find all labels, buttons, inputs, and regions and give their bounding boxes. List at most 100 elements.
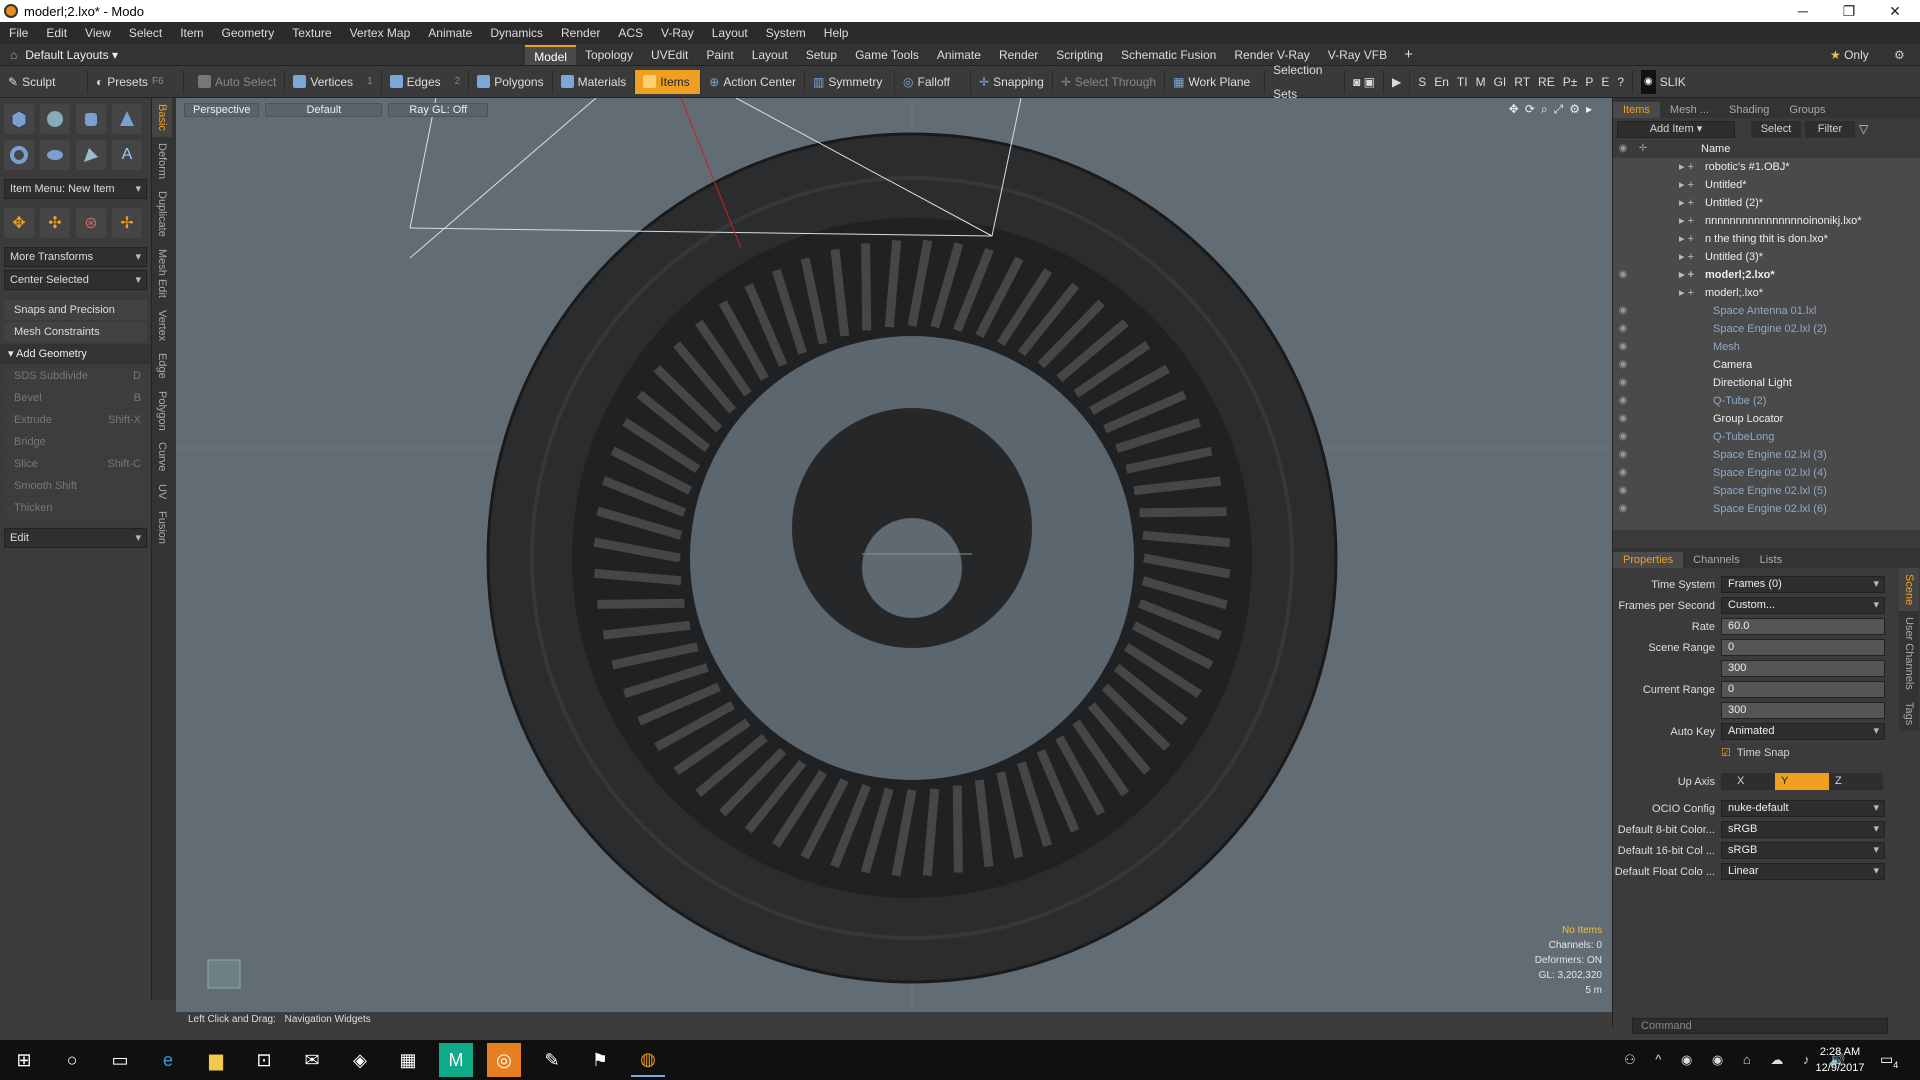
item-tree[interactable]: ◉ ✛ Name ▸ + robotic's #1.OBJ* ▸ + Untitled… <box>1613 140 1920 530</box>
extrude-button[interactable]: Extrude Shift-X <box>4 410 147 430</box>
up-axis-y[interactable]: Y <box>1775 773 1829 790</box>
add-layout-icon[interactable]: + <box>1404 46 1413 63</box>
color-float-dropdown[interactable]: Linear <box>1721 863 1885 880</box>
transform-tool-icon[interactable]: ✢ <box>112 208 142 238</box>
cone-icon[interactable] <box>112 104 142 134</box>
tree-row[interactable]: ◉ Mesh <box>1613 338 1920 356</box>
vtab-fusion[interactable]: Fusion <box>152 505 172 550</box>
pen-tool-icon[interactable] <box>76 140 106 170</box>
color16-dropdown[interactable]: sRGB <box>1721 842 1885 859</box>
vtab-edge[interactable]: Edge <box>152 347 172 385</box>
visibility-eye-icon[interactable]: ◉ <box>1613 446 1633 464</box>
add-item-dropdown[interactable]: Add Item ▾ <box>1617 120 1735 138</box>
expand-toggle-icon[interactable]: ▸ + <box>1679 230 1694 248</box>
toggle-re[interactable]: RE <box>1538 70 1555 94</box>
only-toggle[interactable]: ★ Only <box>1830 48 1869 62</box>
toggle-p[interactable]: P <box>1585 70 1593 94</box>
add-geometry-header[interactable]: ▾ Add Geometry <box>0 344 151 364</box>
current-range-end[interactable]: 300 <box>1721 702 1885 719</box>
tree-row[interactable]: ◉ Space Engine 02.lxl (4) <box>1613 464 1920 482</box>
move-tool-icon[interactable]: ✥ <box>4 208 34 238</box>
selection-sets-button[interactable]: Selection Sets <box>1265 63 1346 101</box>
tree-row[interactable]: ▸ + Untitled* <box>1613 176 1920 194</box>
menu-acs[interactable]: ACS <box>609 26 652 40</box>
expand-toggle-icon[interactable]: ▸ + <box>1679 158 1694 176</box>
toggle-ti[interactable]: TI <box>1457 70 1468 94</box>
tree-row[interactable]: ▸ + nnnnnnnnnnnnnnnnoinonikj.lxo* <box>1613 212 1920 230</box>
view-mode-dropdown[interactable]: Perspective <box>184 103 260 117</box>
close-button[interactable]: ✕ <box>1872 0 1918 22</box>
visibility-eye-icon[interactable]: ◉ <box>1613 374 1633 392</box>
menu-file[interactable]: File <box>0 26 37 40</box>
time-system-dropdown[interactable]: Frames (0) <box>1721 576 1885 593</box>
tab-shading[interactable]: Shading <box>1719 102 1779 118</box>
sculpt-button[interactable]: ✎ Sculpt <box>0 69 88 94</box>
tree-row[interactable]: ◉ Camera <box>1613 356 1920 374</box>
select-button[interactable]: Select <box>1751 120 1801 138</box>
color8-dropdown[interactable]: sRGB <box>1721 821 1885 838</box>
layout-tab-uvedit[interactable]: UVEdit <box>642 45 697 65</box>
cube-icon[interactable] <box>4 104 34 134</box>
ocio-dropdown[interactable]: nuke-default <box>1721 800 1885 817</box>
windows-start-icon[interactable]: ⊞ <box>7 1043 41 1077</box>
current-range-start[interactable]: 0 <box>1721 681 1885 698</box>
mesh-constraints-button[interactable]: Mesh Constraints <box>4 322 147 342</box>
expand-toggle-icon[interactable]: ▸ + <box>1679 194 1694 212</box>
visibility-eye-icon[interactable]: ◉ <box>1613 320 1633 338</box>
toggle-p-plus[interactable]: P± <box>1563 70 1578 94</box>
up-axis-z[interactable]: Z <box>1829 773 1883 790</box>
name-column-header[interactable]: Name <box>1701 140 1730 158</box>
layout-tab-game-tools[interactable]: Game Tools <box>846 45 928 65</box>
tree-row[interactable]: ◉ Space Engine 02.lxl (3) <box>1613 446 1920 464</box>
modo-taskbar-icon[interactable]: ◍ <box>631 1043 665 1077</box>
sphere-icon[interactable] <box>40 104 70 134</box>
visibility-eye-icon[interactable]: ◉ <box>1613 338 1633 356</box>
menu-animate[interactable]: Animate <box>419 26 481 40</box>
tab-mesh[interactable]: Mesh ... <box>1660 102 1719 118</box>
task-view-icon[interactable]: ▭ <box>103 1043 137 1077</box>
tree-row[interactable]: ◉ Space Engine 02.lxl (5) <box>1613 482 1920 500</box>
expand-toggle-icon[interactable]: ▸ + <box>1679 266 1694 284</box>
scene-range-start[interactable]: 0 <box>1721 639 1885 656</box>
text-tool-icon[interactable]: A <box>112 140 142 170</box>
viewport-nav-icons[interactable]: ✥⟳⌕⤢⚙▸ <box>1509 102 1598 117</box>
slice-button[interactable]: Slice Shift-C <box>4 454 147 474</box>
tree-row[interactable]: ◉ Group Locator <box>1613 410 1920 428</box>
time-snap-checkbox[interactable]: ☑ <box>1721 746 1731 759</box>
toggle-rt[interactable]: RT <box>1514 70 1530 94</box>
menu-view[interactable]: View <box>76 26 120 40</box>
filter-button[interactable]: Filter <box>1805 120 1855 138</box>
paint-app-icon[interactable]: ✎ <box>535 1043 569 1077</box>
tree-row[interactable]: ◉ Q-TubeLong <box>1613 428 1920 446</box>
rate-field[interactable]: 60.0 <box>1721 618 1885 635</box>
menu-geometry[interactable]: Geometry <box>213 26 284 40</box>
notification-icon[interactable]: ▭4 <box>1880 1051 1898 1070</box>
expand-toggle-icon[interactable]: ▸ + <box>1679 284 1694 302</box>
tree-row[interactable]: ▸ + Untitled (3)* <box>1613 248 1920 266</box>
minimize-button[interactable]: ─ <box>1780 0 1826 22</box>
vtab-vertex[interactable]: Vertex <box>152 304 172 347</box>
funnel-icon[interactable]: ▽ <box>1859 122 1868 136</box>
3d-viewport[interactable]: Perspective Default Ray GL: Off ✥⟳⌕⤢⚙▸ N… <box>176 98 1612 1012</box>
layout-tab-scripting[interactable]: Scripting <box>1047 45 1112 65</box>
menu-item[interactable]: Item <box>171 26 212 40</box>
menu-vray[interactable]: V-Ray <box>652 26 703 40</box>
snaps-precision-button[interactable]: Snaps and Precision <box>4 300 147 320</box>
visibility-eye-icon[interactable]: ◉ <box>1613 356 1633 374</box>
tree-row[interactable]: ▸ + robotic's #1.OBJ* <box>1613 158 1920 176</box>
file-explorer-icon[interactable]: ▆ <box>199 1043 233 1077</box>
shading-dropdown[interactable]: Default <box>265 103 383 117</box>
visibility-eye-icon[interactable]: ◉ <box>1613 428 1633 446</box>
expand-toggle-icon[interactable]: ▸ + <box>1679 212 1694 230</box>
visibility-eye-icon[interactable]: ◉ <box>1613 482 1633 500</box>
layout-tab-model[interactable]: Model <box>525 44 576 65</box>
menu-system[interactable]: System <box>757 26 815 40</box>
search-icon[interactable]: ○ <box>55 1043 89 1077</box>
tree-row[interactable]: ◉ Directional Light <box>1613 374 1920 392</box>
tab-channels[interactable]: Channels <box>1683 552 1749 568</box>
tree-row[interactable]: ▸ + n the thing thit is don.lxo* <box>1613 230 1920 248</box>
play-icon[interactable]: ▶ <box>1384 69 1411 94</box>
toggle-e[interactable]: E <box>1601 70 1609 94</box>
calculator-icon[interactable]: ▦ <box>391 1043 425 1077</box>
vtab-uv[interactable]: UV <box>152 478 172 505</box>
